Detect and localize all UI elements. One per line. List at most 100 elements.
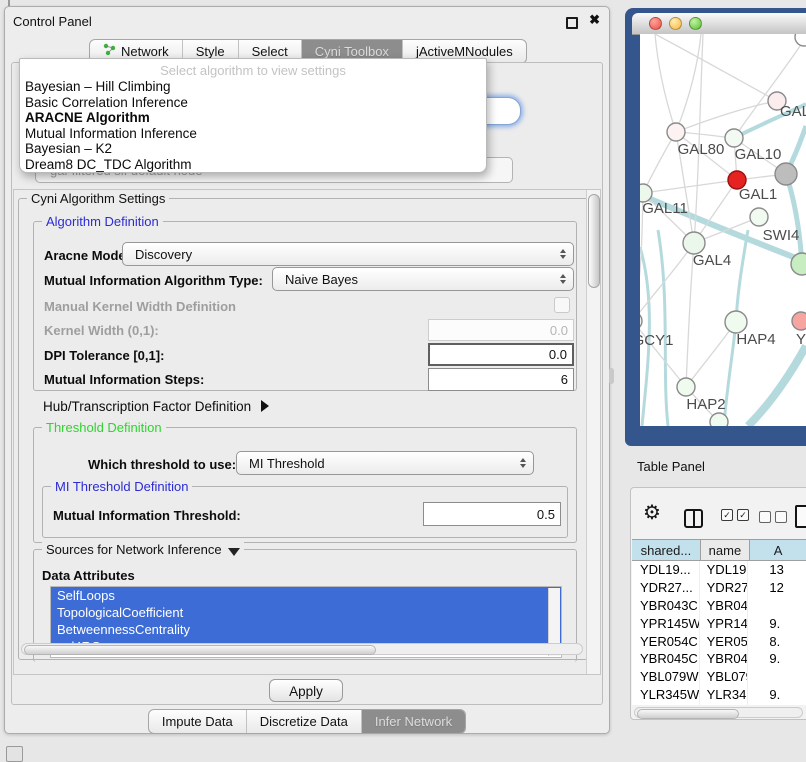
minimize-traffic-light-icon[interactable] [669, 17, 682, 30]
network-node-swi4[interactable] [750, 208, 768, 226]
network-node-node-top-partial[interactable] [795, 34, 806, 46]
network-node-gray-node[interactable] [775, 163, 797, 185]
function-builder-icon[interactable] [795, 505, 806, 528]
network-edge[interactable] [676, 101, 777, 132]
network-node-gal80[interactable] [667, 123, 685, 141]
network-edge[interactable] [658, 230, 668, 426]
table-cell[interactable]: YBR043C [632, 597, 700, 615]
table-cell[interactable] [748, 668, 806, 686]
table-row[interactable]: YLR345WYLR345W9. [632, 686, 806, 704]
columns-icon[interactable] [684, 509, 703, 528]
float-window-icon[interactable] [566, 17, 578, 29]
network-edge[interactable] [655, 34, 676, 132]
table-row[interactable]: YDL19...YDL19...13 [632, 561, 806, 579]
table-cell[interactable]: YBR045C [700, 650, 749, 668]
dpi-tolerance-field[interactable] [428, 343, 574, 366]
which-threshold-combo[interactable]: MI Threshold [236, 451, 534, 475]
table-cell[interactable]: 13 [748, 561, 806, 579]
table-cell[interactable]: 9. [748, 704, 806, 705]
table-cell[interactable]: YIL052C [632, 704, 700, 705]
table-cell[interactable]: YDL19... [700, 561, 749, 579]
table-cell[interactable]: 8. [748, 633, 806, 651]
scrollbar-thumb[interactable] [588, 194, 600, 288]
table-row[interactable]: YER054CYER054C8. [632, 633, 806, 651]
table-cell[interactable]: YIL052C [700, 704, 749, 705]
table-row[interactable]: YDR27...YDR27...12 [632, 579, 806, 597]
network-node-green-right[interactable] [791, 253, 806, 275]
table-cell[interactable]: 9. [748, 686, 806, 704]
network-canvas[interactable]: GAL7GAL80GAL10GAL1GAL11SWI4GAL4GCY1HAP4Y… [640, 34, 806, 426]
attribute-item[interactable]: BetweennessCentrality [51, 621, 561, 638]
table-row[interactable]: YIL052CYIL052C9. [632, 704, 806, 705]
table-cell[interactable]: YPR145W [632, 615, 700, 633]
algorithm-option[interactable]: Mutual Information Inference [20, 126, 486, 142]
select-all-checkboxes-icon[interactable]: ✓ ✓ [721, 509, 749, 521]
tab-impute-data[interactable]: Impute Data [149, 710, 247, 733]
table-cell[interactable]: 12 [748, 579, 806, 597]
close-traffic-light-icon[interactable] [649, 17, 662, 30]
network-node-gcy1[interactable] [640, 312, 642, 330]
network-window-titlebar[interactable] [632, 13, 806, 35]
tab-infer-network[interactable]: Infer Network [362, 710, 465, 733]
network-node-hap4[interactable] [725, 311, 747, 333]
table-cell[interactable]: YDR27... [632, 579, 700, 597]
network-node-node-bottom-partial[interactable] [710, 413, 728, 426]
table-cell[interactable]: YLR345W [700, 686, 749, 704]
network-edge[interactable] [655, 34, 777, 101]
window-grip-icon[interactable] [6, 746, 23, 762]
table-row[interactable]: YBL079WYBL079W [632, 668, 806, 686]
column-header-partial[interactable]: A [750, 539, 806, 561]
algorithm-option[interactable]: Basic Correlation Inference [20, 95, 486, 111]
table-cell[interactable]: YBR045C [632, 650, 700, 668]
network-node-gal10[interactable] [725, 129, 743, 147]
network-node-gal4[interactable] [683, 232, 705, 254]
table-cell[interactable]: 9. [748, 650, 806, 668]
network-node-salmon-node[interactable] [792, 312, 806, 330]
hub-definition-toggle[interactable]: Hub/Transcription Factor Definition [43, 399, 269, 414]
table-cell[interactable]: YDL19... [632, 561, 700, 579]
settings-vertical-scrollbar[interactable] [586, 190, 600, 674]
mi-algorithm-type-combo[interactable]: Naive Bayes [272, 267, 574, 291]
algorithm-option[interactable]: Bayesian – Hill Climbing [20, 79, 486, 95]
network-node-hap2[interactable] [677, 378, 695, 396]
algorithm-option-selected[interactable]: ARACNE Algorithm [20, 110, 486, 126]
algorithm-option[interactable]: Bayesian – K2 [20, 141, 486, 157]
scrollbar-thumb[interactable] [24, 645, 376, 655]
manual-kernel-width-checkbox[interactable] [554, 297, 570, 313]
kernel-width-field[interactable] [428, 319, 574, 341]
network-edge[interactable] [786, 174, 802, 264]
table-cell[interactable]: YER054C [700, 633, 749, 651]
table-cell[interactable]: YPR145W [700, 615, 749, 633]
table-cell[interactable]: YBL079W [632, 668, 700, 686]
mi-threshold-field[interactable] [423, 502, 561, 526]
scrollbar-thumb[interactable] [637, 709, 739, 719]
table-cell[interactable]: YBL079W [700, 668, 749, 686]
aracne-mode-combo[interactable]: Discovery [122, 242, 574, 266]
tab-discretize-data[interactable]: Discretize Data [247, 710, 362, 733]
table-cell[interactable]: YLR345W [632, 686, 700, 704]
table-cell[interactable]: 9. [748, 615, 806, 633]
close-icon[interactable]: ✖ [589, 12, 600, 28]
zoom-traffic-light-icon[interactable] [689, 17, 702, 30]
column-header-shared-name[interactable]: shared... [632, 539, 701, 561]
table-cell[interactable] [748, 597, 806, 615]
gear-icon[interactable]: ⚙ [643, 500, 661, 525]
table-cell[interactable]: YDR27... [700, 579, 749, 597]
apply-button[interactable]: Apply [269, 679, 343, 702]
table-cell[interactable]: YBR043C [700, 597, 749, 615]
network-edge[interactable] [676, 34, 701, 132]
table-row[interactable]: YBR045CYBR045C9. [632, 650, 806, 668]
attribute-item[interactable]: TopologicalCoefficient [51, 604, 561, 621]
panel-splitter-handle[interactable] [609, 368, 614, 384]
attribute-item[interactable]: SelfLoops [51, 587, 561, 604]
network-edge[interactable] [694, 34, 703, 243]
deselect-checkboxes-icon[interactable] [759, 511, 787, 523]
mi-steps-field[interactable] [428, 368, 574, 391]
table-horizontal-scrollbar[interactable] [634, 707, 803, 718]
column-header-name[interactable]: name [701, 539, 750, 561]
table-cell[interactable]: YER054C [632, 633, 700, 651]
settings-horizontal-scrollbar[interactable] [21, 643, 583, 655]
sources-group-title[interactable]: Sources for Network Inference [42, 542, 244, 557]
network-edge[interactable] [643, 132, 676, 193]
algorithm-option[interactable]: Dream8 DC_TDC Algorithm [20, 157, 486, 173]
